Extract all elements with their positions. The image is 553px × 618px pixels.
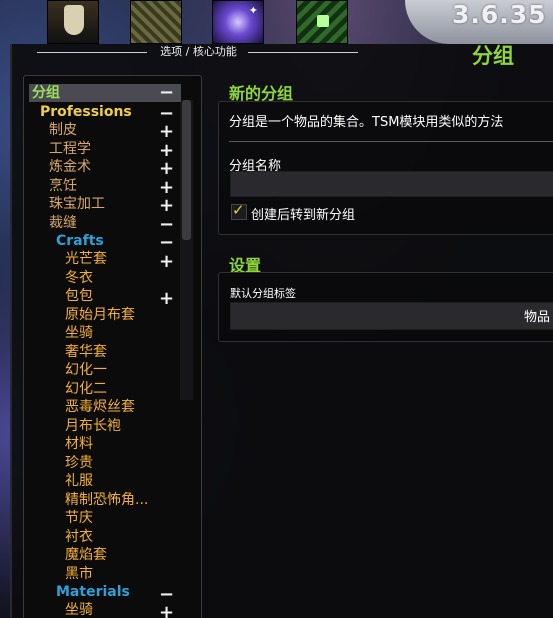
header-title: 选项 / 核心功能 [160,45,237,58]
tree-item-craft[interactable]: 黑市 [65,565,93,583]
tree-item-craft[interactable]: 冬衣 [65,269,93,287]
tree-item-tailoring[interactable]: 裁缝 [49,214,77,232]
tree-item-cooking[interactable]: 烹饪 [49,177,77,195]
green-emblem-icon[interactable] [296,0,348,44]
ornate-pattern-icon[interactable] [130,0,182,44]
tree-item-engineering[interactable]: 工程学 [49,140,91,158]
tree-item-crafts[interactable]: Crafts [56,232,104,250]
tree-item-craft[interactable]: 恶毒烬丝套 [65,398,135,416]
version-label: 3.6.35 [452,0,547,29]
tree-item-craft[interactable]: 奢华套 [65,343,107,361]
tree-item-craft[interactable]: 衬衣 [65,528,93,546]
expand-icon[interactable]: + [159,290,174,308]
collapse-icon[interactable]: − [159,105,174,123]
tree-item-professions[interactable]: Professions [40,103,132,121]
panel-title: 分组 [472,44,514,68]
expand-icon[interactable]: + [159,197,174,215]
tree-item-leatherworking[interactable]: 制皮 [49,121,77,139]
tree-item-craft[interactable]: 包包 [65,287,93,305]
goto-new-group-label: 创建后转到新分组 [251,208,356,223]
tree-item-materials[interactable]: Materials [56,583,130,601]
default-group-label: 默认分组标签 [230,287,296,300]
default-group-dropdown[interactable] [230,302,553,330]
expand-icon[interactable]: + [159,123,174,141]
collapse-icon[interactable]: − [159,586,174,604]
tree-item-craft[interactable]: 珍贵 [65,454,93,472]
expand-icon[interactable]: + [159,604,174,618]
tree-item-craft[interactable]: 材料 [65,435,93,453]
header-divider-right [248,52,358,53]
section-divider [229,141,553,142]
group-name-input[interactable] [230,171,553,197]
tree-item-craft[interactable]: 节庆 [65,509,93,527]
group-description: 分组是一个物品的集合。TSM模块用类似的方法 [229,115,504,130]
collapse-icon[interactable]: − [159,84,174,102]
tree-item-root[interactable]: 分组 [32,84,60,102]
expand-icon[interactable]: + [159,179,174,197]
tree-item-craft[interactable]: 光芒套 [65,250,107,268]
tree-item-craft[interactable]: 月布长袍 [65,417,121,435]
tree-item-craft[interactable]: 礼服 [65,472,93,490]
tree-item-jewelcrafting[interactable]: 珠宝加工 [49,195,105,213]
tree-item-craft[interactable]: 幻化一 [65,361,107,379]
default-group-value: 物品 [524,310,551,325]
header-divider-left [37,52,147,53]
expand-icon[interactable]: + [159,160,174,178]
tree-item-craft[interactable]: 坐骑 [65,324,93,342]
expand-icon[interactable]: + [159,253,174,271]
tree-scrollbar-thumb[interactable] [182,100,191,240]
tree-item-craft[interactable]: 原始月布套 [65,306,135,324]
checkmark-icon: ✓ [232,201,245,219]
tree-item-material[interactable]: 坐骑 [65,601,93,618]
expand-icon[interactable]: + [159,142,174,160]
tree-item-craft[interactable]: 精制恐怖角... [65,491,148,509]
collapse-icon[interactable]: − [159,234,174,252]
crystal-icon[interactable]: ✦ [212,0,264,44]
collapse-icon[interactable]: − [159,216,174,234]
tree-item-craft[interactable]: 幻化二 [65,380,107,398]
goblet-icon[interactable] [47,0,99,44]
tree-item-craft[interactable]: 魔焰套 [65,546,107,564]
tree-item-alchemy[interactable]: 炼金术 [49,158,91,176]
